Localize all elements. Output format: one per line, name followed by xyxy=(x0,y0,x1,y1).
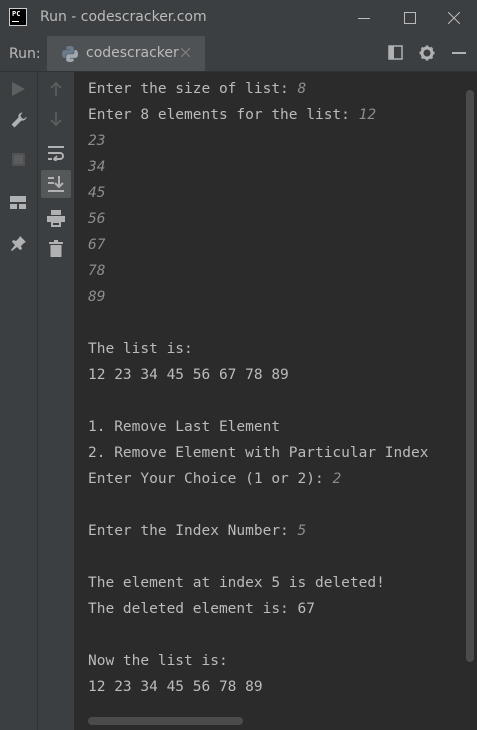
output-text: Enter Your Choice (1 or 2): xyxy=(88,471,333,487)
run-tab[interactable]: codescracker xyxy=(47,36,205,71)
minimize-button[interactable] xyxy=(341,0,387,36)
user-input-text: 89 xyxy=(88,289,106,305)
layout-icon[interactable] xyxy=(10,196,26,209)
run-toolbar: Run: codescracker xyxy=(0,36,477,72)
pin-icon[interactable] xyxy=(10,235,27,252)
user-input-text: 12 xyxy=(358,107,377,123)
console-line: 12 23 34 45 56 67 78 89 xyxy=(88,362,289,388)
title-bar: PC Run - codescracker.com xyxy=(0,0,477,36)
output-text: 1. Remove Last Element xyxy=(88,419,281,435)
pycharm-icon: PC xyxy=(9,8,27,26)
maximize-icon xyxy=(404,12,416,24)
console-line: 78 xyxy=(88,258,105,284)
console-line: Enter the size of list: 8 xyxy=(88,76,306,102)
output-text: Enter 8 elements for the list: xyxy=(88,107,359,123)
output-text: Now the list is: xyxy=(88,653,228,669)
vertical-scrollbar[interactable] xyxy=(463,72,477,730)
hide-icon[interactable] xyxy=(452,52,466,55)
console-toolbar xyxy=(37,72,74,730)
console-line: 56 xyxy=(88,206,105,232)
console-output[interactable]: Enter the size of list: 8 Enter 8 element… xyxy=(74,72,463,712)
layout-icon[interactable] xyxy=(388,45,403,60)
horizontal-scroll-thumb[interactable] xyxy=(88,717,243,725)
scroll-to-end-icon xyxy=(48,176,64,192)
console-line: 67 xyxy=(88,232,105,258)
console-line: 89 xyxy=(88,284,105,310)
console-line: 34 xyxy=(88,154,105,180)
console-line: Enter the Index Number: 5 xyxy=(88,518,306,544)
output-text: The list is: xyxy=(88,341,193,357)
user-input-text: 67 xyxy=(88,237,106,253)
close-tab-icon[interactable] xyxy=(181,48,190,57)
trash-icon[interactable] xyxy=(49,240,63,257)
soft-wrap-icon[interactable] xyxy=(47,145,65,161)
app-icon-text: PC xyxy=(12,10,21,18)
print-icon[interactable] xyxy=(47,210,65,227)
user-input-text: 78 xyxy=(88,263,106,279)
output-text: Enter the Index Number: xyxy=(88,523,298,539)
user-input-text: 45 xyxy=(88,185,106,201)
user-input-text: 23 xyxy=(88,133,106,149)
scroll-to-end-button[interactable] xyxy=(41,170,71,198)
python-icon xyxy=(62,46,78,62)
wrench-icon[interactable] xyxy=(10,111,28,129)
console-line: The element at index 5 is deleted! xyxy=(88,570,385,596)
console-line: Now the list is: xyxy=(88,648,228,674)
user-input-text: 5 xyxy=(297,523,307,539)
run-tab-label: codescracker xyxy=(86,45,179,61)
run-label: Run: xyxy=(9,46,41,62)
console-line: 12 23 34 45 56 78 89 xyxy=(88,674,263,700)
user-input-text: 8 xyxy=(297,81,307,97)
console-line: 2. Remove Element with Particular Index xyxy=(88,440,428,466)
rerun-icon[interactable] xyxy=(12,82,25,96)
maximize-button[interactable] xyxy=(387,0,433,36)
close-icon xyxy=(448,12,460,24)
scroll-down-icon[interactable] xyxy=(50,112,62,126)
output-text: 12 23 34 45 56 78 89 xyxy=(88,679,263,695)
run-left-toolbar xyxy=(0,72,37,730)
close-button[interactable] xyxy=(431,0,477,36)
stop-icon[interactable] xyxy=(12,153,25,166)
console-line: Enter 8 elements for the list: 12 xyxy=(88,102,376,128)
window-title: Run - codescracker.com xyxy=(40,9,207,25)
user-input-text: 2 xyxy=(332,471,342,487)
console-line: Enter Your Choice (1 or 2): 2 xyxy=(88,466,341,492)
output-text: The element at index 5 is deleted! xyxy=(88,575,385,591)
console-line: 23 xyxy=(88,128,105,154)
output-text: The deleted element is: 67 xyxy=(88,601,315,617)
console-line: 45 xyxy=(88,180,105,206)
console-line: The list is: xyxy=(88,336,193,362)
gear-icon[interactable] xyxy=(419,45,435,61)
horizontal-scrollbar[interactable] xyxy=(74,712,463,730)
console-line: 1. Remove Last Element xyxy=(88,414,280,440)
user-input-text: 56 xyxy=(88,211,106,227)
minimize-icon xyxy=(358,18,370,19)
scroll-up-icon[interactable] xyxy=(50,82,62,96)
output-text: Enter the size of list: xyxy=(88,81,298,97)
console-line: The deleted element is: 67 xyxy=(88,596,315,622)
vertical-scroll-thumb[interactable] xyxy=(466,90,474,662)
output-text: 2. Remove Element with Particular Index xyxy=(88,445,429,461)
user-input-text: 34 xyxy=(88,159,106,175)
output-text: 12 23 34 45 56 67 78 89 xyxy=(88,367,289,383)
